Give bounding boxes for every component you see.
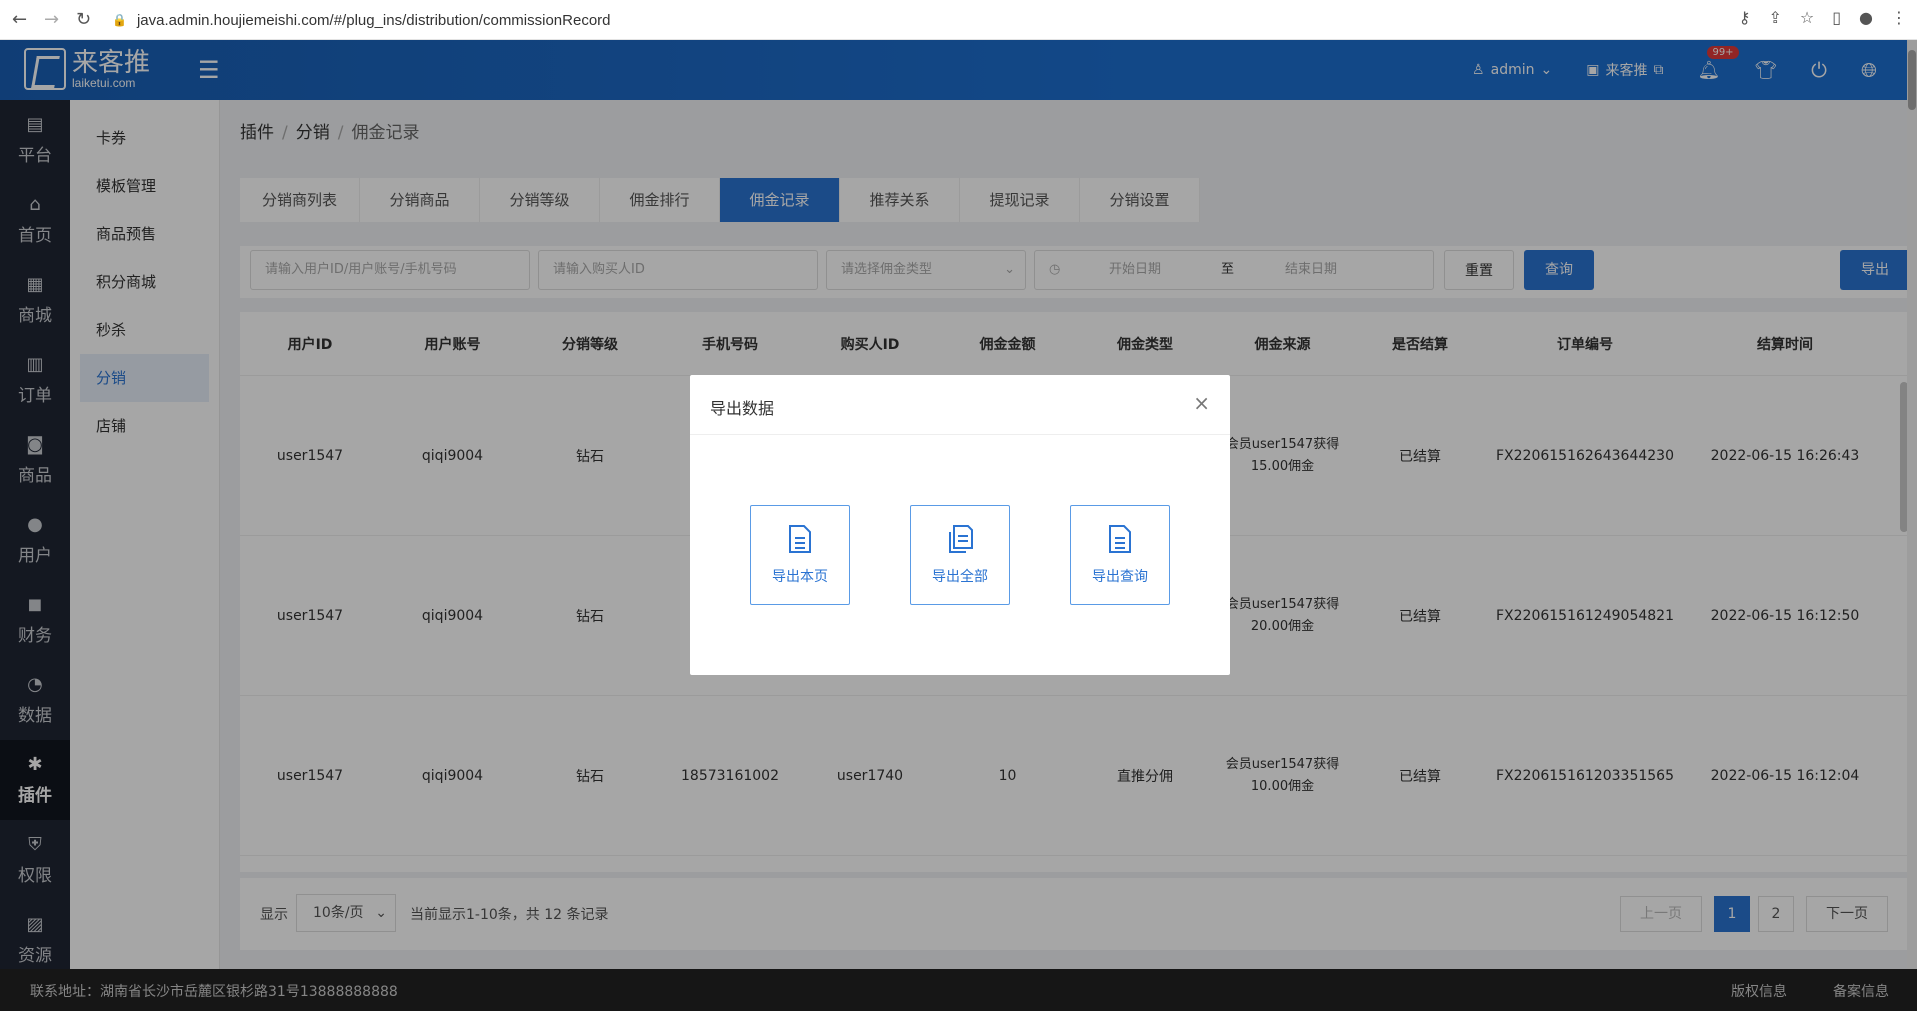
option-label: 导出本页 bbox=[772, 569, 828, 585]
menu-dots-icon[interactable]: ⋮ bbox=[1891, 8, 1907, 27]
share-icon[interactable]: ⇪ bbox=[1768, 8, 1781, 27]
forward-icon[interactable]: → bbox=[44, 9, 59, 30]
profile-icon[interactable]: ● bbox=[1859, 8, 1873, 27]
lock-icon: 🔒 bbox=[112, 13, 127, 27]
export-page-button[interactable]: 导出本页 bbox=[750, 505, 850, 605]
browser-toolbar: ← → ↻ 🔒 java.admin.houjiemeishi.com/#/pl… bbox=[0, 0, 1917, 40]
back-icon[interactable]: ← bbox=[12, 9, 27, 30]
document-icon bbox=[789, 525, 811, 553]
document-icon bbox=[1109, 525, 1131, 553]
export-all-button[interactable]: 导出全部 bbox=[910, 505, 1010, 605]
url-text: java.admin.houjiemeishi.com/#/plug_ins/d… bbox=[136, 11, 611, 29]
modal-header: 导出数据 × bbox=[690, 375, 1230, 435]
key-icon[interactable]: ⚷ bbox=[1739, 8, 1751, 27]
option-label: 导出全部 bbox=[932, 569, 988, 585]
address-bar[interactable]: 🔒 java.admin.houjiemeishi.com/#/plug_ins… bbox=[112, 7, 1702, 33]
export-modal: 导出数据 × 导出本页 导出全部 导出查询 bbox=[690, 375, 1230, 675]
documents-icon bbox=[949, 525, 973, 553]
modal-title: 导出数据 bbox=[710, 399, 775, 418]
export-query-button[interactable]: 导出查询 bbox=[1070, 505, 1170, 605]
star-icon[interactable]: ☆ bbox=[1800, 8, 1814, 27]
reload-icon[interactable]: ↻ bbox=[76, 9, 91, 30]
option-label: 导出查询 bbox=[1092, 569, 1148, 585]
sidepanel-icon[interactable]: ▯ bbox=[1832, 8, 1841, 27]
close-icon[interactable]: × bbox=[1193, 391, 1210, 415]
